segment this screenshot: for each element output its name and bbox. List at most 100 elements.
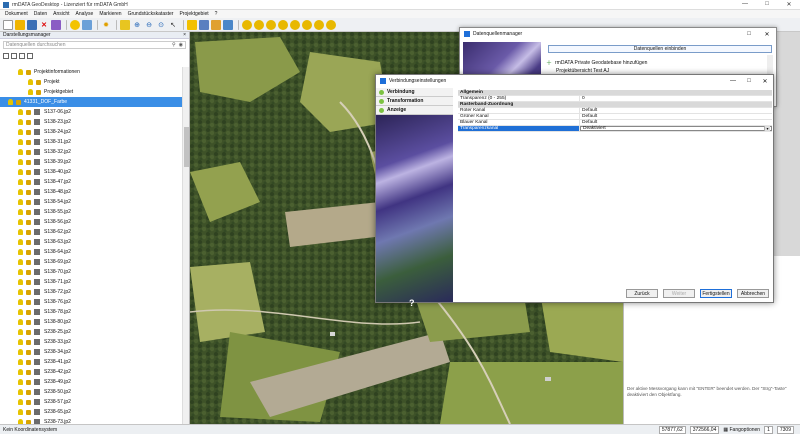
tree-item[interactable]: Projektgebiet <box>0 87 182 97</box>
tree-item[interactable]: S238-34.jp2 <box>0 347 182 357</box>
property-value[interactable]: Default <box>580 108 772 113</box>
query-clear-icon[interactable] <box>326 19 336 30</box>
scrollbar-thumb[interactable] <box>184 127 189 167</box>
visibility-bulb-icon[interactable] <box>18 69 23 75</box>
lock-icon[interactable] <box>26 339 31 345</box>
search-icon[interactable]: ⚲ <box>172 42 176 48</box>
visibility-bulb-icon[interactable] <box>18 299 23 305</box>
scrollbar[interactable] <box>182 67 189 424</box>
lock-icon[interactable] <box>26 329 31 335</box>
tree-item[interactable]: S138-76.jp2 <box>0 297 182 307</box>
tree-item[interactable]: S138-56.jp2 <box>0 217 182 227</box>
page-field[interactable]: 1 <box>764 425 773 434</box>
visibility-bulb-icon[interactable] <box>8 99 13 105</box>
visibility-bulb-icon[interactable] <box>18 309 23 315</box>
finish-button[interactable]: Fertigstellen <box>700 289 732 298</box>
tree-item[interactable]: S238-49.jp2 <box>0 377 182 387</box>
visibility-bulb-icon[interactable] <box>18 169 23 175</box>
visibility-bulb-icon[interactable] <box>18 389 23 395</box>
visibility-bulb-icon[interactable] <box>18 329 23 335</box>
pointer-icon[interactable]: ↖ <box>168 20 178 30</box>
lock-icon[interactable] <box>26 159 31 165</box>
tree-item[interactable]: S138-55.jp2 <box>0 207 182 217</box>
add-layer-icon[interactable] <box>3 52 9 59</box>
snap-options-button[interactable]: ▦ Fangoptionen <box>723 427 760 433</box>
lock-icon[interactable] <box>26 239 31 245</box>
visibility-bulb-icon[interactable] <box>18 239 23 245</box>
visibility-bulb-icon[interactable] <box>18 139 23 145</box>
lock-icon[interactable] <box>36 89 41 95</box>
lock-icon[interactable] <box>26 289 31 295</box>
visibility-bulb-icon[interactable] <box>18 349 23 355</box>
grid-row[interactable]: Transparenzkanal Deaktiviert ▾ <box>458 126 772 132</box>
tree-item[interactable]: Projekt <box>0 77 182 87</box>
tree-item[interactable]: S138-24.jp2 <box>0 127 182 137</box>
layer-icon[interactable] <box>70 19 80 30</box>
visibility-bulb-icon[interactable] <box>18 359 23 365</box>
property-value[interactable]: Deaktiviert ▾ <box>580 126 772 131</box>
visibility-bulb-icon[interactable] <box>18 119 23 125</box>
visibility-bulb-icon[interactable] <box>18 279 23 285</box>
lock-icon[interactable] <box>26 409 31 415</box>
help-icon[interactable]: ? <box>409 298 415 308</box>
visibility-bulb-icon[interactable] <box>18 319 23 325</box>
tree-item[interactable]: S138-72.jp2 <box>0 287 182 297</box>
search-input[interactable]: Datenquellen durchsuchen ⚲ ◉ <box>3 41 186 49</box>
lock-icon[interactable] <box>26 369 31 375</box>
lock-icon[interactable] <box>26 119 31 125</box>
visibility-bulb-icon[interactable] <box>18 159 23 165</box>
table-icon[interactable] <box>51 19 61 30</box>
tree-item[interactable]: S138-40.jp2 <box>0 167 182 177</box>
lock-icon[interactable] <box>26 109 31 115</box>
lock-icon[interactable] <box>26 319 31 325</box>
query-selection-icon[interactable] <box>314 19 324 30</box>
lock-icon[interactable] <box>26 259 31 265</box>
visibility-bulb-icon[interactable] <box>18 409 23 415</box>
lock-icon[interactable] <box>26 149 31 155</box>
maximize-button[interactable]: □ <box>756 1 778 8</box>
tree-item[interactable]: S138-64.jp2 <box>0 247 182 257</box>
visibility-bulb-icon[interactable] <box>18 109 23 115</box>
delete-icon[interactable]: ✕ <box>39 20 49 30</box>
tree-item[interactable]: 41331_DOF_Farbe <box>0 97 182 107</box>
visibility-bulb-icon[interactable] <box>18 259 23 265</box>
menu-daten[interactable]: Daten <box>34 11 47 17</box>
tree-item[interactable]: S138-47.jp2 <box>0 177 182 187</box>
visibility-bulb-icon[interactable] <box>18 219 23 225</box>
lock-icon[interactable] <box>26 249 31 255</box>
query-icon[interactable] <box>242 19 252 30</box>
lock-icon[interactable] <box>26 279 31 285</box>
visibility-bulb-icon[interactable] <box>18 209 23 215</box>
info-icon[interactable] <box>199 19 209 30</box>
tree-item[interactable]: S138-54.jp2 <box>0 197 182 207</box>
embed-data-sources-button[interactable]: Datenquellen einbinden <box>548 45 772 53</box>
tree-item[interactable]: S138-62.jp2 <box>0 227 182 237</box>
visibility-bulb-icon[interactable] <box>18 149 23 155</box>
datasource-icon[interactable] <box>82 19 92 30</box>
tree-item[interactable]: S138-70.jp2 <box>0 267 182 277</box>
tree-item[interactable]: S138-63.jp2 <box>0 237 182 247</box>
visibility-bulb-icon[interactable] <box>18 339 23 345</box>
visibility-bulb-icon[interactable] <box>18 269 23 275</box>
lock-icon[interactable] <box>36 79 41 85</box>
edit-icon[interactable] <box>211 19 221 30</box>
open-folder-icon[interactable] <box>15 19 25 30</box>
zoom-in-icon[interactable]: ⊕ <box>132 20 142 30</box>
maximize-button[interactable]: □ <box>741 78 757 85</box>
tree-item[interactable]: S238-50.jp2 <box>0 387 182 397</box>
tree-item[interactable]: S138-39.jp2 <box>0 157 182 167</box>
eye-icon[interactable]: ◉ <box>179 42 183 48</box>
lock-icon[interactable] <box>26 379 31 385</box>
tree-item[interactable]: S138-31.jp2 <box>0 137 182 147</box>
query-polygon-icon[interactable] <box>290 19 300 30</box>
visibility-bulb-icon[interactable] <box>18 199 23 205</box>
tree-item[interactable]: S238-65.jp2 <box>0 407 182 417</box>
zoom-extent-icon[interactable]: ⊙ <box>156 20 166 30</box>
close-button[interactable]: ✕ <box>758 31 776 38</box>
lock-icon[interactable] <box>26 399 31 405</box>
menu-help[interactable]: ? <box>215 11 218 17</box>
tree-item[interactable]: S138-23.jp2 <box>0 117 182 127</box>
lock-icon[interactable] <box>26 179 31 185</box>
visibility-bulb-icon[interactable] <box>18 179 23 185</box>
query-area-icon[interactable] <box>254 19 264 30</box>
